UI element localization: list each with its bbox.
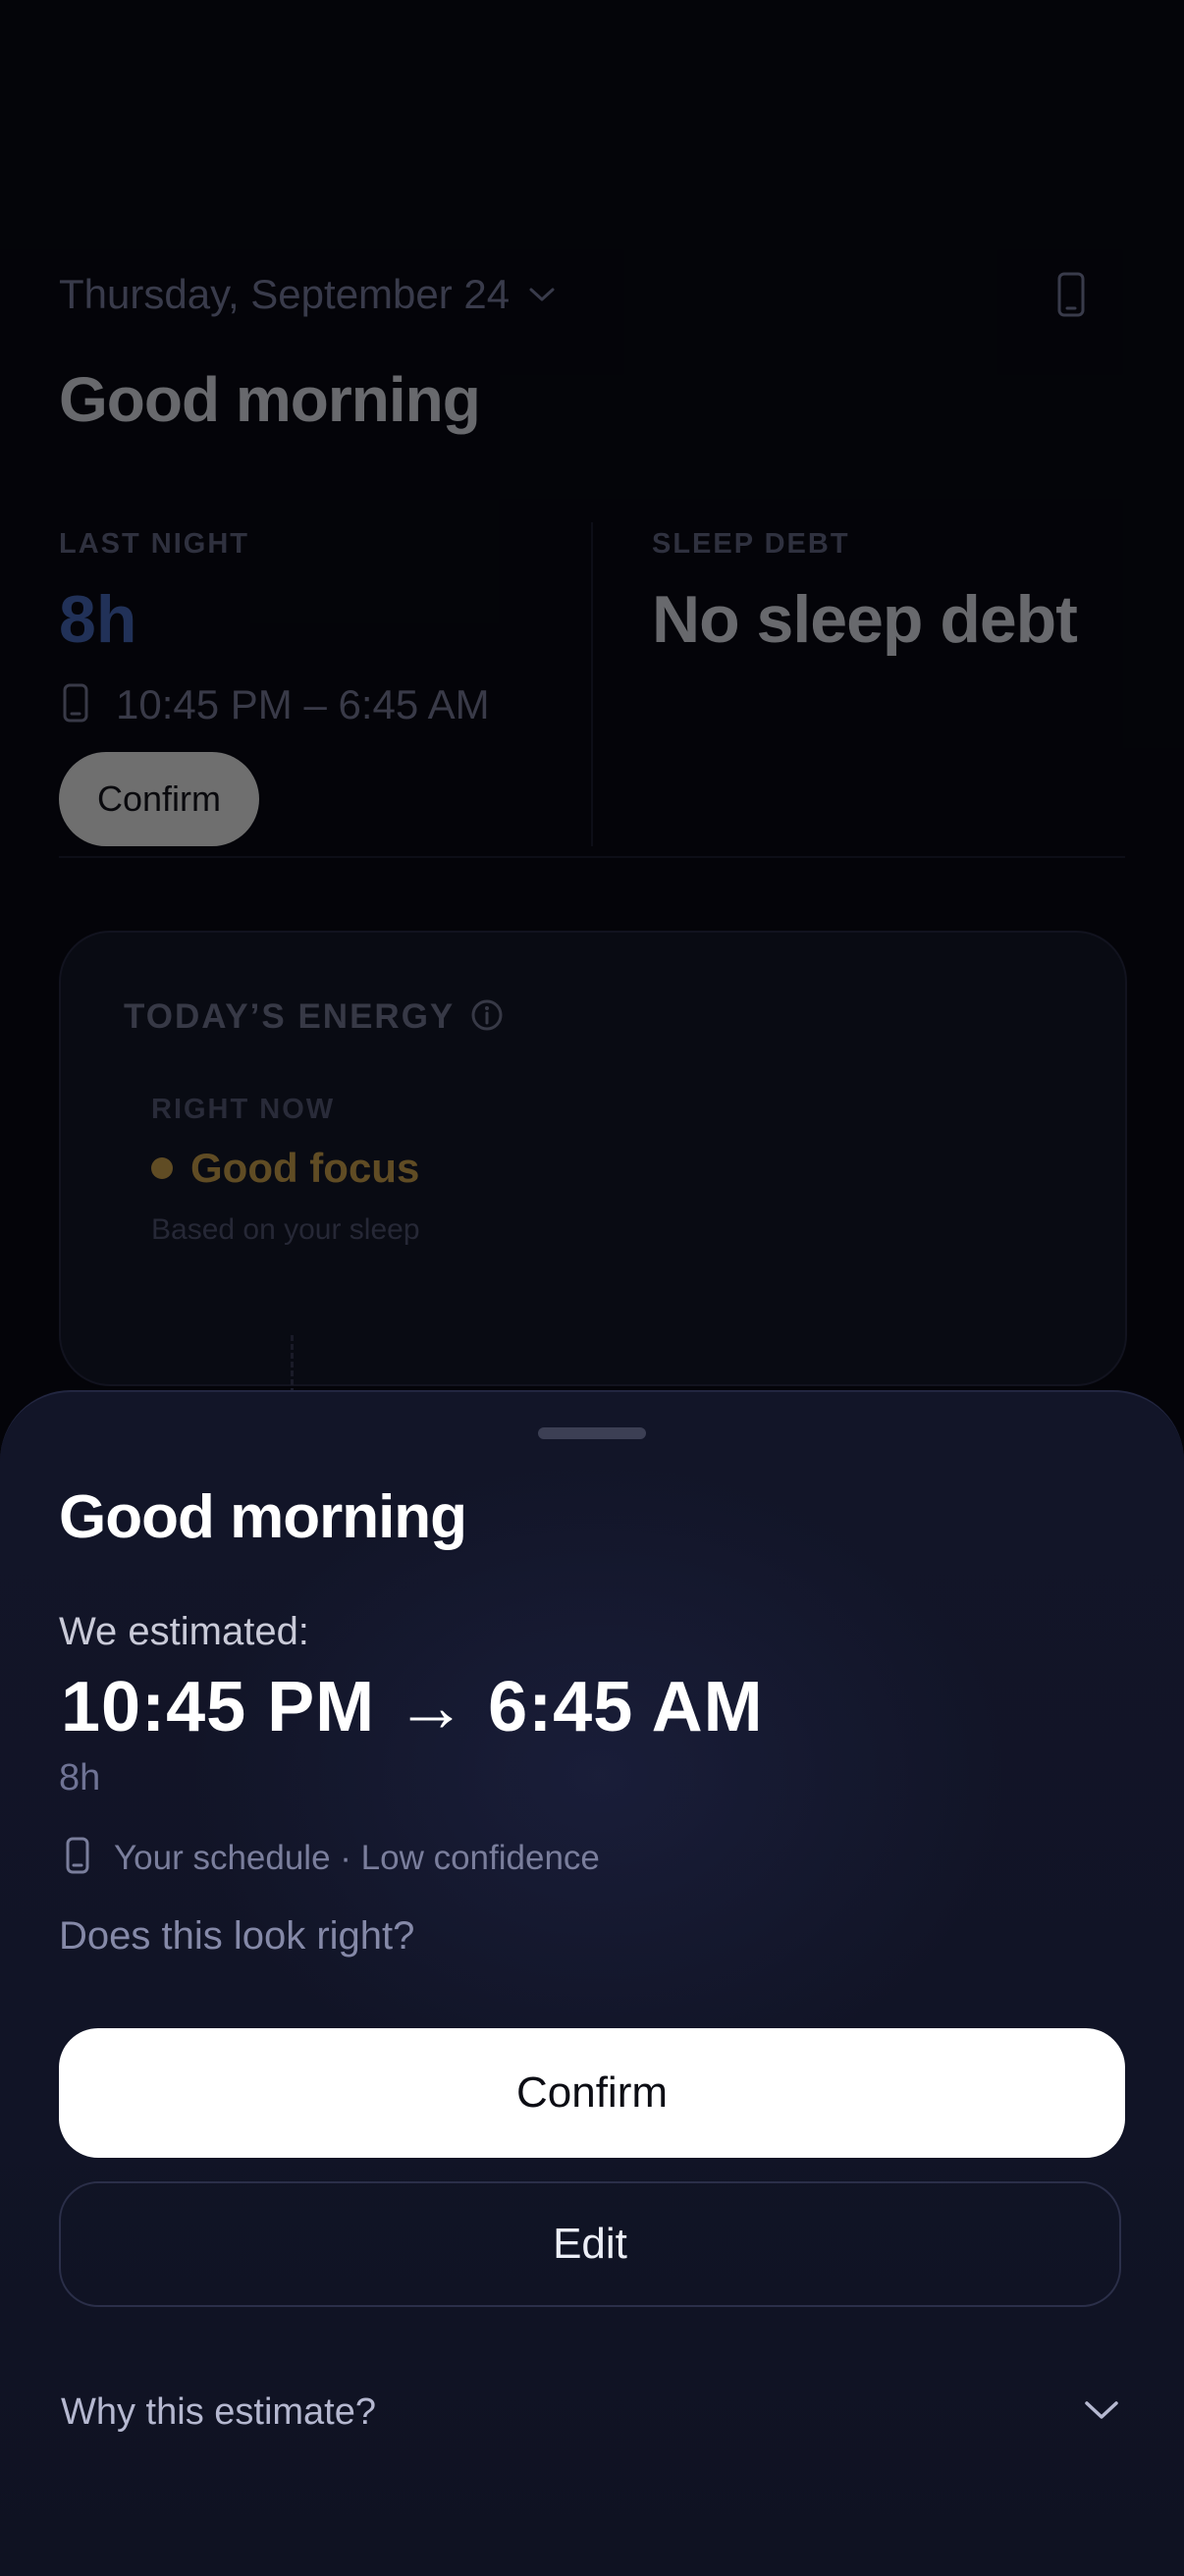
right-now-label: RIGHT NOW (151, 1094, 336, 1125)
section-divider (59, 856, 1125, 858)
confirm-question: Does this look right? (59, 1914, 415, 1958)
estimate-source: Your schedule · Low confidence (63, 1836, 600, 1880)
confirm-sleep-button[interactable]: Confirm (59, 752, 259, 846)
date-label: Thursday, September 24 (59, 271, 511, 317)
energy-title: TODAY’S ENERGY (124, 997, 504, 1037)
confirm-sleep-sheet: Good morning We estimated: 10:45 PM → 6:… (0, 1390, 1184, 2576)
time-range-text: 10:45 PM – 6:45 AM (116, 681, 490, 727)
energy-subtitle: Based on your sleep (151, 1213, 420, 1246)
energy-status-text: Good focus (190, 1145, 420, 1191)
sleep-debt-label: SLEEP DEBT (652, 528, 850, 560)
estimate-source-text: Your schedule · Low confidence (114, 1838, 600, 1877)
why-estimate-toggle[interactable]: Why this estimate? (61, 2391, 1121, 2434)
phone-icon (63, 1836, 92, 1880)
edit-button[interactable]: Edit (59, 2181, 1121, 2307)
estimated-range: 10:45 PM → 6:45 AM (61, 1668, 764, 1746)
why-estimate-label: Why this estimate? (61, 2391, 376, 2433)
estimated-label: We estimated: (59, 1610, 309, 1653)
greeting-title: Good morning (59, 364, 481, 435)
phone-icon[interactable] (1052, 271, 1090, 323)
phone-icon (59, 682, 92, 728)
status-dot (151, 1157, 173, 1179)
sleep-time-range: 10:45 PM – 6:45 AM (59, 681, 490, 728)
sheet-title: Good morning (59, 1483, 467, 1551)
info-icon[interactable] (470, 998, 504, 1037)
energy-title-text: TODAY’S ENERGY (124, 997, 456, 1036)
stats-divider (591, 522, 593, 846)
estimated-duration: 8h (59, 1757, 101, 1798)
last-night-label: LAST NIGHT (59, 528, 249, 560)
sleep-debt-value: No sleep debt (652, 582, 1078, 657)
confirm-button[interactable]: Confirm (59, 2028, 1125, 2158)
last-night-value: 8h (59, 582, 137, 657)
date-selector[interactable]: Thursday, September 24 (59, 271, 557, 318)
chevron-down-icon (527, 285, 557, 304)
chevron-down-icon (1082, 2397, 1121, 2428)
sheet-drag-handle[interactable] (538, 1427, 646, 1439)
timeline-marker (291, 1335, 294, 1394)
energy-status: Good focus (151, 1145, 419, 1192)
energy-card[interactable]: TODAY’S ENERGY RIGHT NOW Good focus Base… (59, 931, 1127, 1394)
